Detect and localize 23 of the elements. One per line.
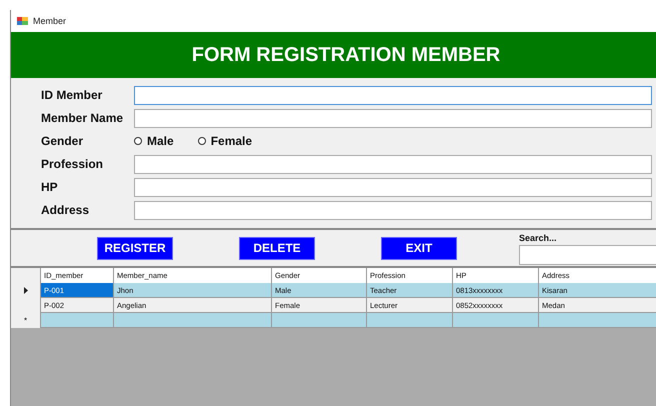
action-button[interactable]: EXIT: [381, 236, 457, 260]
new-row-marker: *: [24, 316, 28, 325]
field-label: Member Name: [41, 111, 124, 125]
input-field[interactable]: [134, 108, 652, 128]
input-field[interactable]: [134, 178, 652, 196]
action-button[interactable]: DELETE: [239, 236, 315, 260]
input-field[interactable]: [134, 200, 652, 220]
row-header-cell[interactable]: *: [11, 313, 41, 328]
app-icon: [17, 16, 28, 26]
radio-button[interactable]: Male: [134, 134, 174, 148]
field-label: ID Member: [41, 88, 104, 102]
search-field[interactable]: [519, 245, 656, 265]
form-title: FORM REGISTRATION MEMBER: [192, 44, 500, 66]
field-label: Profession: [41, 157, 104, 171]
radio-button[interactable]: Female: [198, 134, 252, 148]
input-field[interactable]: [134, 86, 652, 104]
field-label: Address: [41, 203, 90, 217]
input-field[interactable]: [134, 154, 652, 174]
search-label: Search...: [519, 233, 558, 243]
field-label: HP: [41, 180, 59, 194]
window-title: Member: [33, 16, 66, 26]
field-label: Gender: [41, 134, 84, 148]
action-button[interactable]: REGISTER: [97, 236, 173, 260]
